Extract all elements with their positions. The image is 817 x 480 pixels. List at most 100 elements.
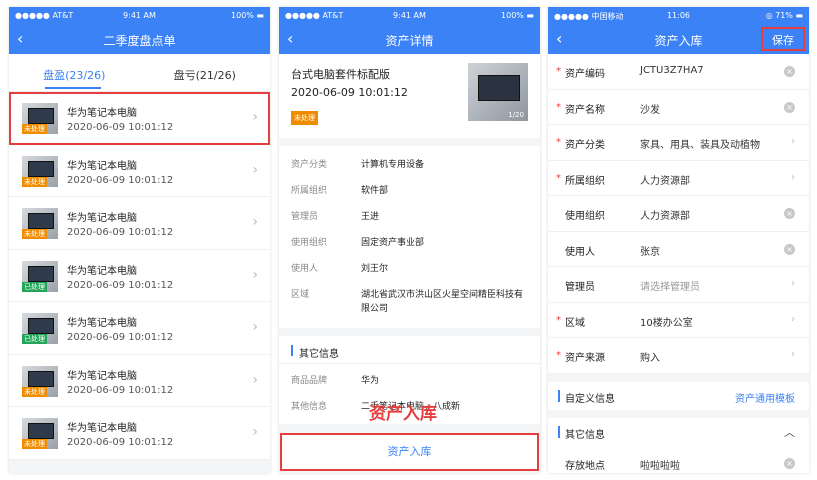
asset-list: 未处理 华为笔记本电脑 2020-06-09 10:01:12 › 未处理 华为笔记本电脑…	[9, 92, 270, 460]
field-label: 资产分类	[565, 140, 605, 151]
required-marker: *	[556, 314, 561, 326]
section-header: 其它信息	[279, 336, 540, 364]
detail-row: 所属组织 软件部	[279, 178, 540, 204]
form-field[interactable]: 使用人 张京 ×	[548, 232, 809, 267]
asset-thumbnail: 未处理	[22, 155, 58, 187]
asset-thumbnail: 已处理	[22, 260, 58, 292]
chevron-right-icon: ›	[252, 109, 258, 125]
tab-shortage[interactable]: 盘亏(21/26)	[140, 67, 271, 83]
list-item[interactable]: 未处理 华为笔记本电脑 2020-06-09 10:01:12 ›	[9, 92, 270, 145]
clear-icon[interactable]: ×	[784, 66, 795, 77]
detail-value: 刘王尔	[361, 264, 389, 274]
form-field[interactable]: * 所属组织 人力资源部 ›	[548, 161, 809, 196]
asset-summary-card: 台式电脑套件标配版 2020-06-09 10:01:12 未处理 1/20	[279, 54, 540, 138]
required-marker: *	[556, 101, 561, 113]
form-field[interactable]: * 区域 10楼办公室 ›	[548, 303, 809, 338]
annotation-caption: 资产入库	[369, 404, 437, 424]
nav-bar: ‹ 资产详情	[279, 25, 540, 54]
clear-icon[interactable]: ×	[784, 101, 795, 113]
field-value[interactable]: 啦啦啦啦	[640, 457, 680, 472]
detail-label: 使用人	[291, 264, 319, 274]
battery-text: 100% ▬	[501, 11, 534, 20]
detail-label: 其他信息	[291, 402, 328, 412]
detail-value: 华为	[361, 376, 380, 386]
item-time: 2020-06-09 10:01:12	[67, 384, 174, 396]
asset-detail-list: 资产分类 计算机专用设备 所属组织 软件部 管理员 王进 使用组织 固定资产事业部 使用人 刘王尔…	[279, 146, 540, 328]
detail-label: 区域	[291, 290, 310, 300]
template-link[interactable]: 资产通用模板	[735, 390, 795, 405]
chevron-right-icon: ›	[791, 313, 795, 325]
required-marker: *	[556, 66, 561, 77]
detail-row: 使用人 刘王尔	[279, 256, 540, 282]
list-item[interactable]: 未处理 华为笔记本电脑 2020-06-09 10:01:12 ›	[9, 355, 270, 407]
detail-label: 所属组织	[291, 186, 328, 196]
battery-text: 100% ▬	[231, 11, 264, 20]
status-bar: ●●●●● 中国移动 11:06 ◎ 71% ▬	[548, 7, 809, 25]
item-name: 华为笔记本电脑	[67, 213, 137, 224]
item-time: 2020-06-09 10:01:12	[67, 227, 174, 238]
field-label: 使用组织	[565, 211, 605, 222]
detail-value: 王进	[361, 212, 380, 222]
field-value[interactable]: 人力资源部	[640, 172, 690, 187]
field-label: 区域	[565, 317, 585, 329]
other-info-row: 商品品牌 华为	[279, 368, 540, 394]
detail-value: 软件部	[361, 186, 389, 196]
detail-row: 资产分类 计算机专用设备	[279, 152, 540, 178]
form-field[interactable]: 使用组织 人力资源部 ×	[548, 196, 809, 232]
field-value[interactable]: 10楼办公室	[640, 314, 693, 329]
list-item[interactable]: 已处理 华为笔记本电脑 2020-06-09 10:01:12 ›	[9, 302, 270, 355]
field-label: 资产名称	[565, 104, 605, 116]
asset-form: * 资产编码 JCTU3Z7HA7 × * 资产名称 沙发 × * 资产分类 家具、用具、装具及动植…	[548, 54, 809, 374]
item-name: 华为笔记本电脑	[67, 108, 137, 119]
list-item[interactable]: 已处理 华为笔记本电脑 2020-06-09 10:01:12 ›	[9, 250, 270, 302]
clear-icon[interactable]: ×	[784, 457, 795, 469]
form-field[interactable]: * 资产编码 JCTU3Z7HA7 ×	[548, 54, 809, 90]
asset-stock-in-button[interactable]: 资产入库	[280, 433, 539, 471]
list-item[interactable]: 未处理 华为笔记本电脑 2020-06-09 10:01:12 ›	[9, 145, 270, 197]
chevron-right-icon: ›	[252, 214, 258, 230]
asset-thumbnail: 未处理	[22, 365, 58, 397]
form-field[interactable]: * 资产分类 家具、用具、装具及动植物 ›	[548, 125, 809, 161]
detail-row: 区域 湖北省武汉市洪山区火星空间精臣科技有限公司	[279, 282, 540, 322]
chevron-right-icon: ›	[252, 371, 258, 388]
field-value[interactable]: 请选择管理员	[640, 278, 700, 293]
item-time: 2020-06-09 10:01:12	[67, 174, 174, 186]
save-button[interactable]: 保存	[761, 27, 805, 51]
image-counter: 1/20	[508, 111, 524, 119]
field-value[interactable]: 家具、用具、装具及动植物	[640, 136, 760, 151]
item-name: 华为笔记本电脑	[67, 265, 137, 277]
field-value[interactable]: 张京	[640, 243, 660, 258]
clear-icon[interactable]: ×	[784, 243, 795, 255]
field-label: 所属组织	[565, 175, 605, 187]
list-item[interactable]: 未处理 华为笔记本电脑 2020-06-09 10:01:12 ›	[9, 197, 270, 250]
detail-value: 计算机专用设备	[361, 160, 425, 170]
form-field[interactable]: * 资产名称 沙发 ×	[548, 90, 809, 125]
storage-location-field[interactable]: 存放地点 啦啦啦啦 ×	[548, 446, 809, 474]
status-badge: 未处理	[22, 176, 47, 187]
chevron-right-icon: ›	[252, 319, 258, 335]
asset-thumbnail: 未处理	[22, 208, 58, 239]
status-badge: 未处理	[22, 439, 47, 449]
chevron-right-icon: ›	[791, 349, 795, 360]
field-value[interactable]: 购入	[640, 349, 660, 364]
form-field[interactable]: 管理员 请选择管理员 ›	[548, 267, 809, 303]
chevron-right-icon: ›	[791, 136, 795, 147]
chevron-up-icon[interactable]: ︿	[784, 424, 795, 440]
section-marker	[558, 425, 560, 438]
other-info-header[interactable]: 其它信息 ︿	[548, 417, 809, 446]
item-time: 2020-06-09 10:01:12	[67, 332, 174, 343]
field-value[interactable]: JCTU3Z7HA7	[640, 65, 704, 76]
other-info-form: 存放地点 啦啦啦啦 ×	[548, 445, 809, 474]
tab-surplus[interactable]: 盘盈(23/26)	[9, 67, 140, 83]
status-badge: 未处理	[22, 124, 47, 134]
clear-icon[interactable]: ×	[784, 208, 795, 219]
field-value[interactable]: 沙发	[640, 101, 660, 116]
list-item[interactable]: 未处理 华为笔记本电脑 2020-06-09 10:01:12 ›	[9, 407, 270, 460]
detail-value: 固定资产事业部	[361, 238, 425, 248]
asset-thumbnail: 未处理	[22, 103, 58, 134]
status-badge: 未处理	[22, 386, 47, 397]
item-name: 华为笔记本电脑	[67, 423, 137, 434]
field-value[interactable]: 人力资源部	[640, 207, 690, 222]
form-field[interactable]: * 资产来源 购入 ›	[548, 338, 809, 374]
item-name: 华为笔记本电脑	[67, 160, 137, 172]
